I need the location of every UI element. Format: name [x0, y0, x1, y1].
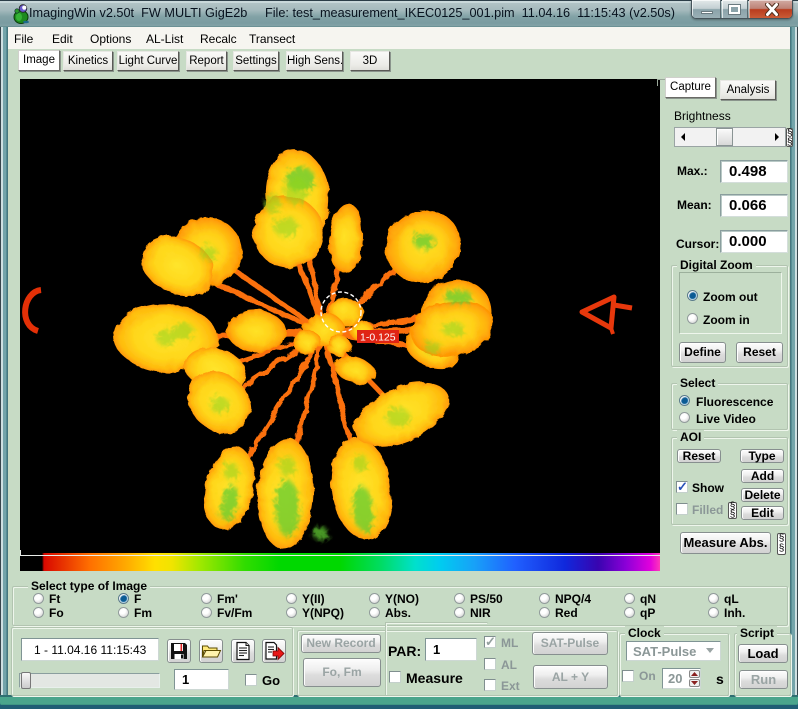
svg-text:1-0.125: 1-0.125	[360, 332, 396, 344]
